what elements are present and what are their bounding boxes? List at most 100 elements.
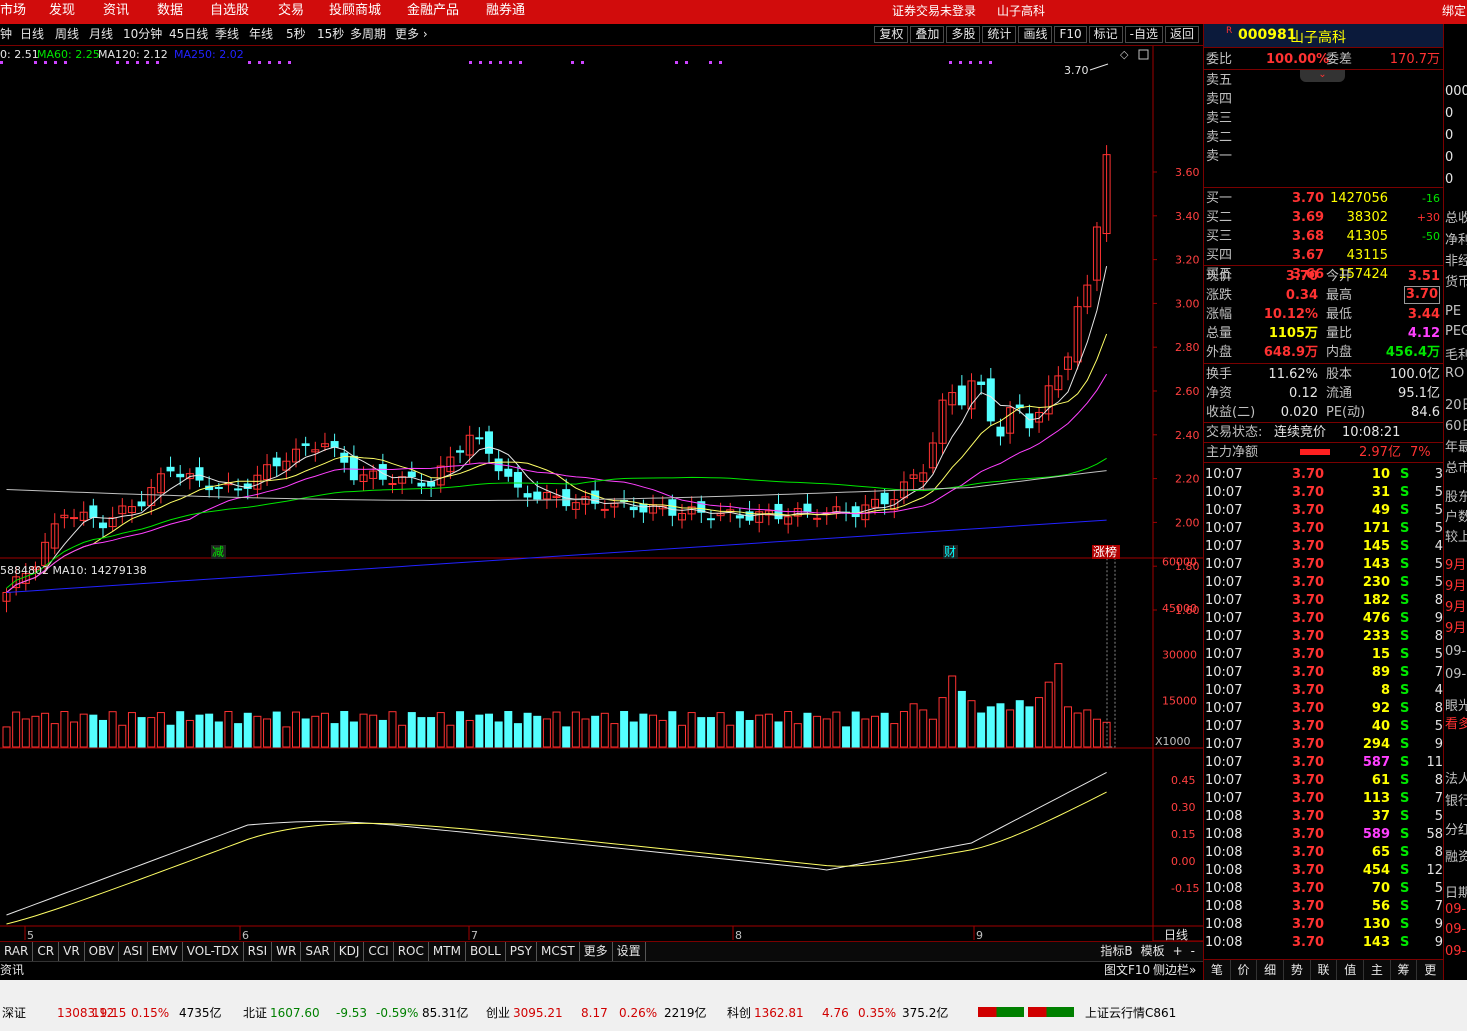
period-quarterly[interactable]: 季线 [215,24,239,46]
period-10min[interactable]: 10分钟 [123,24,162,46]
multi-stock-button[interactable]: 多股 [946,26,981,43]
quote-tab[interactable]: 值 [1337,960,1365,980]
period-15sec[interactable]: 15秒 [317,24,344,46]
menu-news[interactable]: 资讯 [103,0,129,24]
tick-count: 9 [1434,611,1443,626]
indicator-tab[interactable]: SAR [301,942,335,961]
period-weekly[interactable]: 周线 [55,24,79,46]
indicator-tab[interactable]: VR [59,942,85,961]
indicator-tab[interactable]: KDJ [335,942,365,961]
stat-label: 量比 [1326,326,1353,341]
cloud-quote-label[interactable]: 上证云行情C861 [1085,1001,1176,1025]
adjust-button[interactable]: 复权 [874,26,909,43]
zoom-out-button[interactable]: - [1187,942,1199,961]
indicator-tab[interactable]: BOLL [466,942,506,961]
volume-bar [494,721,503,748]
tick-volume: 8 [1380,683,1390,698]
indicator-tab[interactable]: EMV [148,942,183,961]
kline-chart[interactable]: 0: 2.51MA60: 2.25MA120: 2.12 MA250: 2.02 3… [0,46,1203,960]
index-amt: 2219亿 [664,1006,707,1020]
quote-tab[interactable]: 更 [1417,960,1443,980]
period-more[interactable]: 更多 › [395,24,428,46]
news-label[interactable]: 资讯 [0,962,24,979]
indicator-tab[interactable]: MCST [537,942,580,961]
quote-tab[interactable]: 价 [1231,960,1258,980]
stat-label: 内盘 [1326,345,1353,360]
period-minute[interactable]: 钟 [0,24,12,46]
candle-body [639,503,648,513]
candle-body [504,468,513,477]
indicator-tab[interactable]: PSY [506,942,537,961]
tick-count: 9 [1434,737,1443,752]
remove-watchlist-button[interactable]: -自选 [1124,26,1163,43]
indicator-tab[interactable]: VOL-TDX [183,942,244,961]
period-daily[interactable]: 日线 [20,24,44,46]
menu-watchlist[interactable]: 自选股 [210,0,249,24]
indicator-tab[interactable]: ASI [119,942,148,961]
period-yearly[interactable]: 年线 [249,24,273,46]
index-chg: 19.15 [92,1006,127,1020]
tick-count: 5 [1434,485,1443,500]
quote-tab[interactable]: 主 [1364,960,1391,980]
tick-volume: 61 [1371,773,1390,788]
indicator-tab[interactable]: ROC [394,942,429,961]
weibi-label: 委比 [1206,52,1233,67]
period-monthly[interactable]: 月线 [89,24,113,46]
index-pct: -0.59% [376,1006,419,1020]
indicator-b-button[interactable]: 指标B [1096,942,1136,961]
indicator-tab[interactable]: CR [33,942,60,961]
indicator-tab[interactable]: MTM [429,942,466,961]
quote-tab[interactable]: 细 [1257,960,1285,980]
indicator-tab[interactable]: OBV [85,942,120,961]
volume-bar [504,711,513,748]
indicator-tab[interactable]: RAR [0,942,34,961]
period-5sec[interactable]: 5秒 [286,24,306,46]
quote-tab[interactable]: 联 [1311,960,1338,980]
overlay-button[interactable]: 叠加 [910,26,945,43]
menu-discover[interactable]: 发现 [49,0,75,24]
index-name[interactable]: 创业 [486,1001,510,1025]
fund-value: 11.62% [1268,367,1318,382]
bid-price: 3.67 [1292,248,1325,263]
index-name[interactable]: 北证 [243,1001,267,1025]
menu-financial-products[interactable]: 金融产品 [407,0,459,24]
menu-margin[interactable]: 融券通 [486,0,525,24]
tick-volume: 40 [1371,719,1390,734]
tick-time: 10:07 [1205,467,1243,482]
f10-graphic-link[interactable]: 图文F10 [1104,962,1150,979]
candle-body [735,515,744,519]
market-breadth-icon[interactable] [1028,1007,1074,1017]
sidebar-toggle[interactable]: 侧边栏» [1153,962,1196,979]
volume-bar [851,711,860,748]
back-button[interactable]: 返回 [1164,26,1199,43]
index-name[interactable]: 科创 [727,1001,751,1025]
indicator-tab[interactable]: WR [272,942,302,961]
menu-trade[interactable]: 交易 [278,0,304,24]
mark-button[interactable]: 标记 [1088,26,1123,43]
statistics-button[interactable]: 统计 [982,26,1017,43]
indicator-tab[interactable]: 设置 [613,942,646,961]
stat-value: 3.51 [1407,269,1440,284]
template-button[interactable]: 模板 [1137,942,1169,961]
zoom-in-button[interactable]: + [1169,942,1187,961]
tick-price: 3.70 [1292,557,1325,572]
indicator-tab[interactable]: CCI [364,942,394,961]
market-breadth-icon[interactable] [978,1007,1024,1017]
draw-line-button[interactable]: 画线 [1018,26,1053,43]
login-status[interactable]: 证券交易未登录 [892,0,976,24]
main-net-value: 2.97亿 [1359,445,1401,460]
index-name[interactable]: 深证 [2,1001,26,1025]
indicator-tab[interactable]: RSI [244,942,273,961]
menu-data[interactable]: 数据 [157,0,183,24]
indicator-tab[interactable]: 更多 [580,942,613,961]
menu-advisor-mall[interactable]: 投顾商城 [329,0,381,24]
period-45day[interactable]: 45日线 [169,24,208,46]
f10-button[interactable]: F10 [1054,26,1087,43]
quote-tab[interactable]: 势 [1284,960,1311,980]
quote-tab[interactable]: 筹 [1391,960,1418,980]
bind-button[interactable]: 绑定 [1442,0,1466,24]
period-multi[interactable]: 多周期 [350,24,386,46]
tick-price: 3.70 [1292,629,1325,644]
menu-market[interactable]: 市场 [0,0,26,24]
quote-tab[interactable]: 笔 [1204,960,1231,980]
